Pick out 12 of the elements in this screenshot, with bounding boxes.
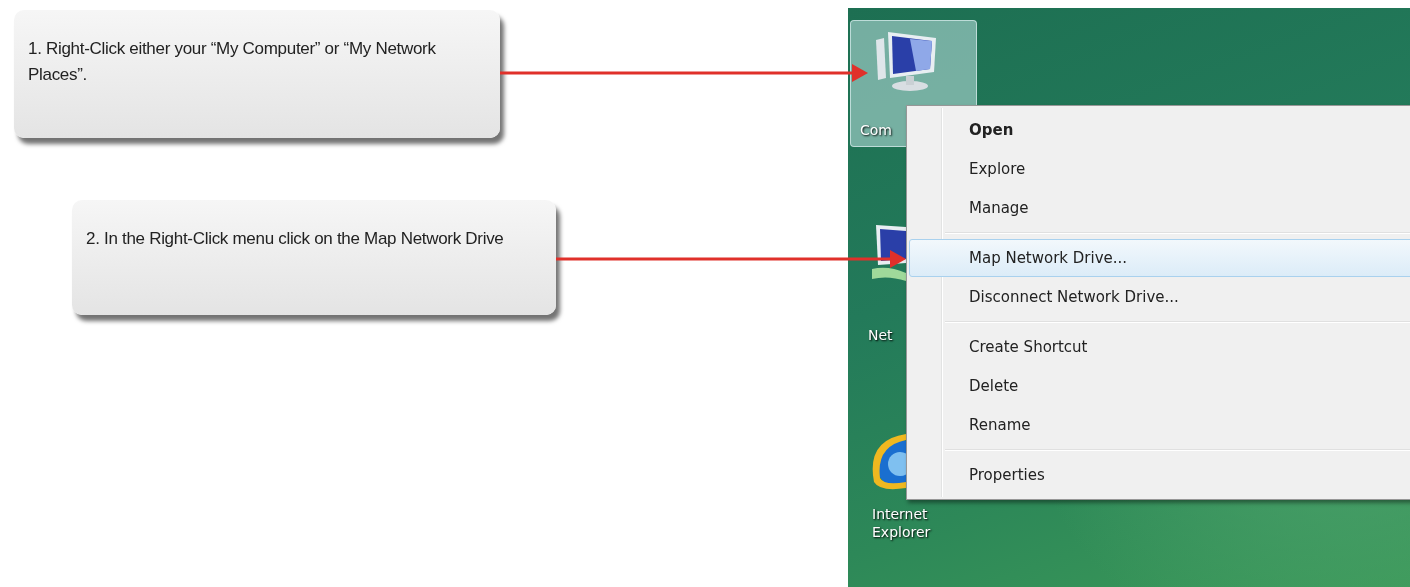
menu-item[interactable]: Explore [909, 150, 1410, 188]
menu-item[interactable]: Disconnect Network Drive... [909, 278, 1410, 316]
instruction-text: 1. Right-Click either your “My Computer” or “My Network Places”. [28, 38, 437, 86]
instruction-text: 2. In the Right-Click menu click on the Map Network Drive [86, 228, 505, 250]
desktop-icon-label[interactable]: Internet Explorer [872, 505, 942, 541]
menu-item[interactable]: Properties [909, 456, 1410, 494]
menu-item[interactable]: Map Network Drive... [909, 239, 1410, 277]
menu-item[interactable]: Delete [909, 367, 1410, 405]
menu-item[interactable]: Rename [909, 406, 1410, 444]
menu-item[interactable]: Create Shortcut [909, 328, 1410, 366]
menu-item[interactable]: Manage [909, 189, 1410, 227]
menu-item[interactable]: Open [909, 111, 1410, 149]
